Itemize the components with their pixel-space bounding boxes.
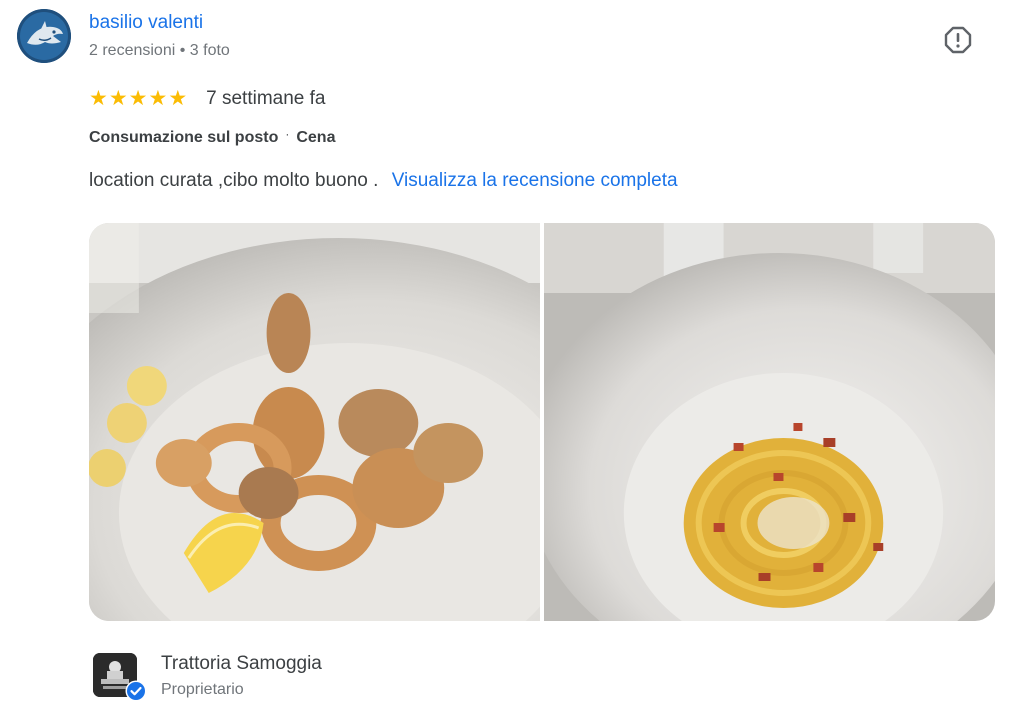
owner-role: Proprietario: [161, 681, 244, 698]
star-rating: ★ ★ ★ ★ ★: [89, 87, 187, 111]
report-button[interactable]: [942, 24, 974, 56]
review-count: 2 recensioni: [89, 42, 176, 59]
photo-fried-calamari[interactable]: [89, 223, 540, 621]
service-type: Consumazione sul posto: [89, 129, 279, 146]
rating-row: ★ ★ ★ ★ ★ 7 settimane fa: [89, 87, 325, 111]
photo-spaghetti-image: [544, 223, 995, 621]
meal-type: Cena: [296, 129, 336, 146]
meta-separator: •: [179, 42, 186, 59]
review-body: location curata ,cibo molto buono .: [89, 170, 379, 191]
review-attributes: Consumazione sul posto · Cena: [89, 127, 336, 147]
shark-avatar-icon: [17, 9, 71, 63]
star-icon: ★: [89, 87, 108, 110]
verified-badge: [125, 680, 147, 702]
star-icon: ★: [148, 87, 168, 110]
photo-spaghetti[interactable]: [544, 223, 995, 621]
photo-count: 3 foto: [189, 42, 230, 59]
reviewer-name[interactable]: basilio valenti: [89, 12, 203, 34]
review-text: location curata ,cibo molto buono . Visu…: [89, 170, 678, 192]
reviewer-meta: 2 recensioni • 3 foto: [89, 42, 230, 60]
report-icon: [944, 26, 972, 54]
review-date: 7 settimane fa: [206, 88, 326, 109]
verified-badge-icon: [125, 680, 147, 702]
owner-name[interactable]: Trattoria Samoggia: [161, 653, 322, 675]
star-icon: ★: [168, 87, 188, 110]
read-full-review-link[interactable]: Visualizza la recensione completa: [392, 170, 678, 191]
star-icon: ★: [108, 87, 128, 110]
reviewer-avatar[interactable]: [17, 9, 71, 63]
attribute-separator: ·: [285, 127, 290, 141]
photo-fried-calamari-image: [89, 223, 540, 621]
star-icon: ★: [128, 87, 148, 110]
review-photos: [89, 223, 995, 621]
